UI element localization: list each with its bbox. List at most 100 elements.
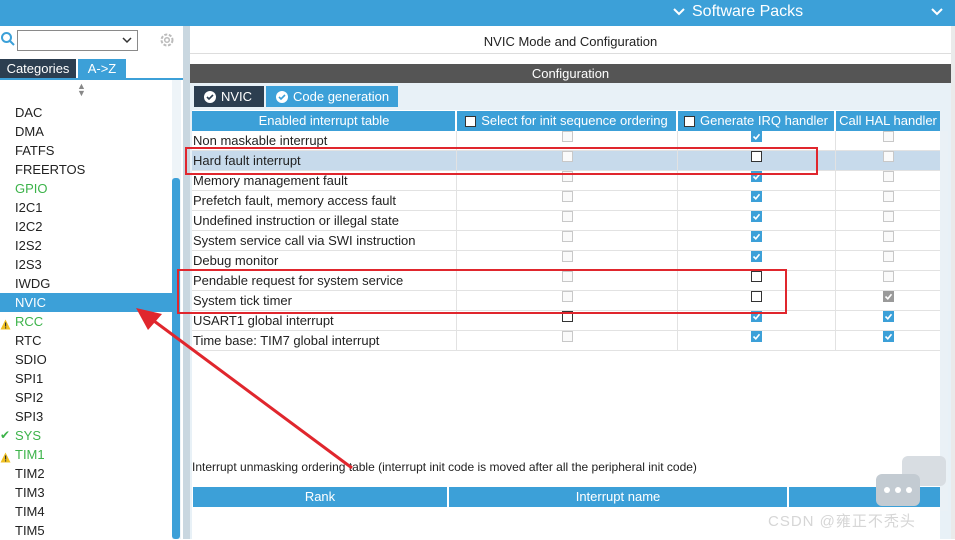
peripheral-item-tim5[interactable]: TIM5: [0, 521, 172, 540]
table-row[interactable]: Prefetch fault, memory access fault: [192, 191, 940, 211]
peripheral-item-label: TIM5: [15, 523, 45, 538]
init-sequence-cell: [457, 211, 678, 230]
peripheral-item-label: I2C1: [15, 200, 43, 215]
left-scrollbar-thumb[interactable]: [172, 178, 180, 539]
peripheral-item-dac[interactable]: DAC: [0, 103, 172, 122]
call-hal-cell: [836, 211, 940, 230]
peripheral-item-spi1[interactable]: SPI1: [0, 369, 172, 388]
peripheral-item-gpio[interactable]: GPIO: [0, 179, 172, 198]
checkbox-disabled: [882, 251, 894, 262]
peripheral-item-label: TIM2: [15, 466, 45, 481]
peripheral-item-fatfs[interactable]: FATFS: [0, 141, 172, 160]
tab-nvic[interactable]: NVIC: [194, 86, 264, 107]
interrupt-name-cell: Prefetch fault, memory access fault: [192, 191, 457, 210]
call-hal-cell: [836, 271, 940, 290]
right-edge: [951, 26, 955, 539]
call-hal-cell: [836, 171, 940, 190]
header-rank[interactable]: Rank: [193, 487, 447, 507]
select-all-init-checkbox[interactable]: [465, 115, 477, 127]
annotation-box-pendable-systick: [177, 269, 787, 314]
checkbox-checked[interactable]: [882, 331, 894, 342]
peripheral-item-spi3[interactable]: SPI3: [0, 407, 172, 426]
header-call-hal[interactable]: Call HAL handler: [836, 111, 940, 131]
peripheral-item-sys[interactable]: ✔ SYS: [0, 426, 172, 445]
checkbox-checked[interactable]: [751, 131, 762, 142]
table-scrollbar[interactable]: [940, 131, 948, 511]
software-packs-menu[interactable]: Software Packs: [672, 3, 803, 21]
interrupt-name-cell: Time base: TIM7 global interrupt: [192, 331, 457, 350]
table-row[interactable]: Undefined instruction or illegal state: [192, 211, 940, 231]
header-init-sequence[interactable]: Select for init sequence ordering: [457, 111, 678, 131]
gear-icon[interactable]: [158, 31, 176, 49]
peripheral-item-tim2[interactable]: TIM2: [0, 464, 172, 483]
tab-code-generation-label: Code generation: [293, 89, 390, 104]
peripheral-item-tim4[interactable]: TIM4: [0, 502, 172, 521]
checkbox-disabled: [882, 151, 894, 162]
table-row[interactable]: USART1 global interrupt: [192, 311, 940, 331]
peripheral-item-nvic[interactable]: NVIC: [0, 293, 172, 312]
checkbox-disabled: [561, 131, 573, 142]
tab-a-z[interactable]: A->Z: [78, 59, 126, 78]
peripheral-item-freertos[interactable]: FREERTOS: [0, 160, 172, 179]
checkbox-disabled: [882, 211, 894, 222]
header-interrupt-name[interactable]: Interrupt name: [449, 487, 787, 507]
peripheral-item-i2c2[interactable]: I2C2: [0, 217, 172, 236]
checkbox-checked[interactable]: [751, 211, 762, 222]
generate-irq-cell: [678, 331, 836, 350]
peripheral-item-rtc[interactable]: RTC: [0, 331, 172, 350]
header-enabled-interrupt[interactable]: Enabled interrupt table: [192, 111, 457, 131]
checkbox-disabled: [561, 191, 573, 202]
generate-irq-cell: [678, 231, 836, 250]
peripheral-item-tim3[interactable]: TIM3: [0, 483, 172, 502]
checkbox-disabled: [882, 171, 894, 182]
peripheral-item-sdio[interactable]: SDIO: [0, 350, 172, 369]
tab-code-generation[interactable]: Code generation: [266, 86, 398, 107]
init-sequence-cell: [457, 331, 678, 350]
peripheral-item-label: FATFS: [15, 143, 55, 158]
peripheral-item-i2s3[interactable]: I2S3: [0, 255, 172, 274]
checkbox-checked[interactable]: [882, 311, 894, 322]
collapse-chevron[interactable]: [930, 3, 944, 26]
tab-underline: [0, 78, 183, 80]
sort-icon[interactable]: ▲ ▼: [77, 82, 86, 98]
peripheral-item-rcc[interactable]: RCC: [0, 312, 172, 331]
tab-categories[interactable]: Categories: [0, 59, 76, 78]
annotation-box-hard-fault: [185, 147, 818, 175]
peripheral-item-i2c1[interactable]: I2C1: [0, 198, 172, 217]
warning-icon: [0, 449, 11, 463]
checkbox-checked[interactable]: [751, 191, 762, 202]
check-circle-icon: [276, 90, 288, 103]
checkbox-disabled: [882, 191, 894, 202]
peripheral-item-label: FREERTOS: [15, 162, 86, 177]
generate-irq-cell: [678, 251, 836, 270]
header-generate-irq[interactable]: Generate IRQ handler: [678, 111, 836, 131]
chat-bubble-icon: [876, 456, 946, 516]
checkbox-checked[interactable]: [751, 251, 762, 262]
checkbox-checked[interactable]: [751, 231, 762, 242]
checkbox-disabled: [882, 231, 894, 242]
peripheral-item-iwdg[interactable]: IWDG: [0, 274, 172, 293]
peripheral-item-tim1[interactable]: TIM1: [0, 445, 172, 464]
checkbox-checked[interactable]: [882, 291, 894, 302]
table-row[interactable]: System service call via SWI instruction: [192, 231, 940, 251]
interrupt-name-cell: Undefined instruction or illegal state: [192, 211, 457, 230]
peripheral-item-i2s2[interactable]: I2S2: [0, 236, 172, 255]
checkbox-checked[interactable]: [751, 331, 762, 342]
peripheral-item-spi2[interactable]: SPI2: [0, 388, 172, 407]
chevron-down-icon: [931, 8, 943, 16]
table-row[interactable]: Debug monitor: [192, 251, 940, 271]
search-icon[interactable]: [0, 31, 16, 47]
checkbox-disabled: [561, 211, 573, 222]
interrupt-name-cell: System service call via SWI instruction: [192, 231, 457, 250]
peripheral-item-label: SPI2: [15, 390, 44, 405]
peripheral-item-label: DAC: [15, 105, 43, 120]
peripheral-item-dma[interactable]: DMA: [0, 122, 172, 141]
check-circle-icon: [204, 90, 216, 103]
peripheral-item-label: SPI3: [15, 409, 44, 424]
top-bar: [0, 0, 955, 26]
chevron-down-icon[interactable]: [120, 33, 134, 47]
table-row[interactable]: Time base: TIM7 global interrupt: [192, 331, 940, 351]
peripheral-item-label: NVIC: [15, 295, 47, 310]
select-all-irq-checkbox[interactable]: [684, 115, 696, 127]
peripheral-item-label: RCC: [15, 314, 44, 329]
